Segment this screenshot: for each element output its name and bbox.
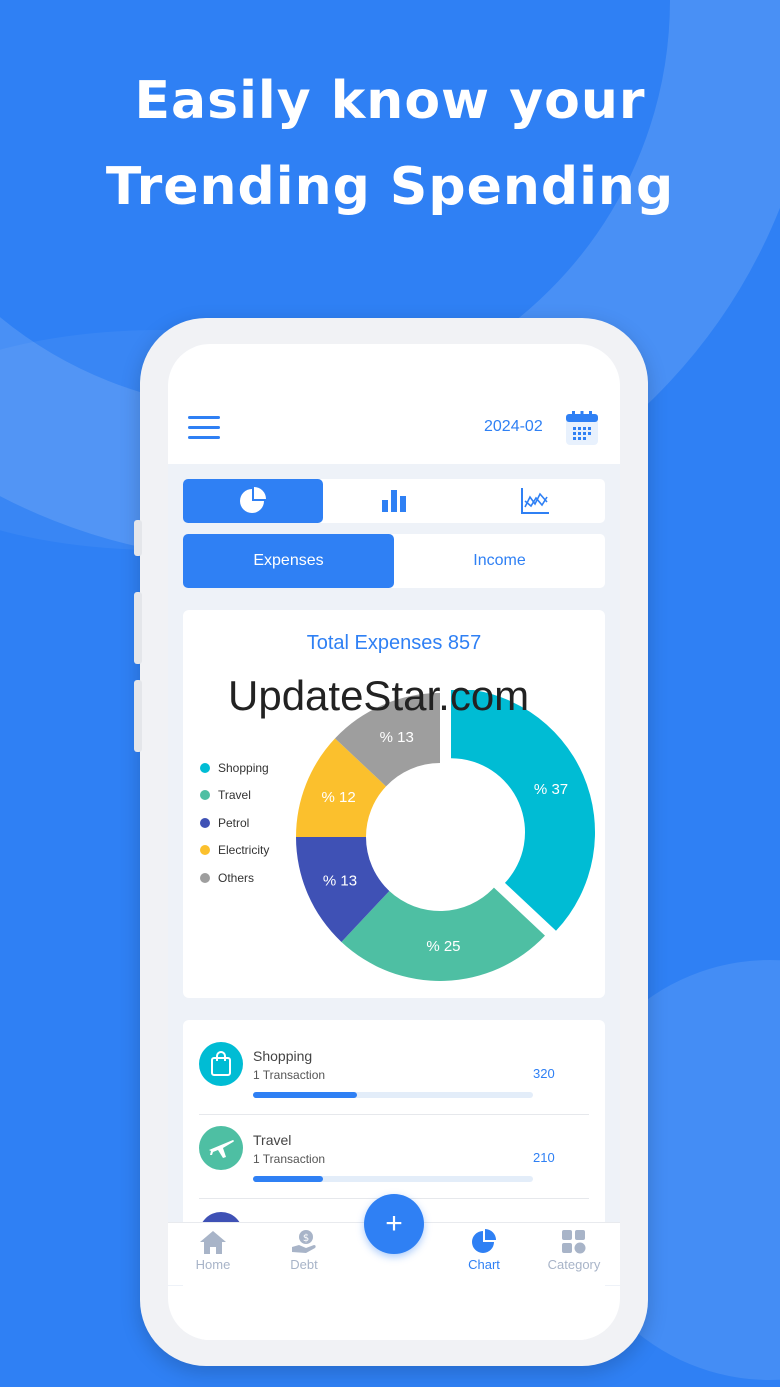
app-screen: 2024-02 Expenses Income Total Expenses 8… (168, 344, 620, 1340)
progress-fill (253, 1092, 357, 1098)
legend-swatch (200, 790, 210, 801)
list-item-icon-bg (199, 1042, 243, 1086)
phone-side-button (134, 680, 142, 752)
category-grid-icon (562, 1230, 586, 1254)
bar-chart-icon (382, 490, 406, 512)
nav-label: Chart (468, 1257, 500, 1272)
slice-label: % 25 (426, 938, 460, 955)
tab-line-chart[interactable] (465, 479, 605, 523)
chart-type-tabs (183, 479, 605, 523)
shopping-bag-icon (211, 1051, 231, 1076)
tab-pie-chart[interactable] (183, 479, 323, 523)
list-item-amount: 320 (533, 1066, 555, 1081)
slice-label: % 13 (380, 729, 414, 746)
legend-item: Travel (200, 782, 269, 810)
legend-swatch (200, 762, 210, 773)
list-item-icon-bg (199, 1126, 243, 1170)
nav-chart[interactable]: Chart (444, 1229, 524, 1272)
nav-home[interactable]: Home (173, 1229, 253, 1272)
legend-label: Petrol (218, 815, 250, 830)
list-item-name: Shopping (253, 1048, 313, 1064)
nav-label: Home (195, 1257, 231, 1272)
airplane-icon (209, 1140, 234, 1158)
chart-legend: Shopping Travel Petrol Electricity Others (200, 754, 269, 892)
list-item[interactable]: Shopping 1 Transaction 320 (183, 1030, 605, 1114)
tab-bar-chart[interactable] (324, 479, 464, 523)
nav-label: Debt (290, 1257, 318, 1272)
list-item-progress (253, 1176, 533, 1182)
month-selector[interactable]: 2024-02 (484, 418, 543, 436)
chart-title: Total Expenses 857 (306, 632, 482, 654)
calendar-icon[interactable] (565, 410, 599, 446)
legend-item: Others (200, 864, 269, 892)
legend-label: Shopping (218, 760, 269, 775)
phone-side-button (134, 520, 142, 556)
legend-item: Petrol (200, 809, 269, 837)
list-item-subtitle: 1 Transaction (253, 1152, 326, 1166)
legend-item: Electricity (200, 837, 269, 865)
headline-line-1: Easily know your (134, 71, 646, 131)
progress-fill (253, 1176, 323, 1182)
screen-bottom-area (168, 1286, 620, 1340)
nav-debt[interactable]: $ Debt (264, 1229, 344, 1272)
watermark: UpdateStar.com (228, 672, 530, 719)
slice-label: % 12 (322, 789, 356, 806)
phone-side-button (134, 592, 142, 664)
nav-label: Category (547, 1257, 601, 1272)
pie-chart-icon (240, 487, 266, 513)
legend-label: Others (218, 870, 255, 885)
donut-chart[interactable]: % 37 % 25 % 13 % 12 % 13 (293, 690, 613, 990)
line-chart-icon (521, 488, 549, 514)
list-item-amount: 210 (533, 1150, 555, 1165)
legend-swatch (200, 872, 210, 883)
svg-text:$: $ (303, 1233, 309, 1244)
hamburger-menu-icon[interactable] (188, 416, 222, 442)
list-item-progress (253, 1092, 533, 1098)
chart-card: Total Expenses 857 Shopping Travel Petrol E… (183, 610, 605, 998)
legend-label: Travel (218, 788, 251, 803)
list-item-name: Travel (253, 1132, 292, 1148)
pie-slice-shopping[interactable] (451, 690, 596, 931)
slice-label: % 13 (323, 872, 357, 889)
legend-swatch (200, 845, 210, 856)
list-item-subtitle: 1 Transaction (253, 1068, 326, 1082)
debt-icon: $ (292, 1230, 316, 1253)
pie-chart-icon (472, 1229, 496, 1253)
add-transaction-button[interactable]: + (364, 1194, 424, 1254)
nav-category[interactable]: Category (534, 1229, 614, 1272)
home-icon (200, 1231, 226, 1254)
promo-headline: Easily know your Trending Spending (0, 58, 780, 230)
legend-item: Shopping (200, 754, 269, 782)
slice-label: % 37 (534, 781, 568, 798)
legend-label: Electricity (218, 843, 270, 858)
headline-line-2: Trending Spending (105, 157, 675, 217)
top-bar: 2024-02 (168, 344, 620, 464)
expense-income-tabs: Expenses Income (183, 534, 605, 588)
tab-income[interactable]: Income (394, 534, 605, 588)
list-item[interactable]: Travel 1 Transaction 210 (183, 1114, 605, 1198)
tab-expenses[interactable]: Expenses (183, 534, 394, 588)
legend-swatch (200, 817, 210, 828)
